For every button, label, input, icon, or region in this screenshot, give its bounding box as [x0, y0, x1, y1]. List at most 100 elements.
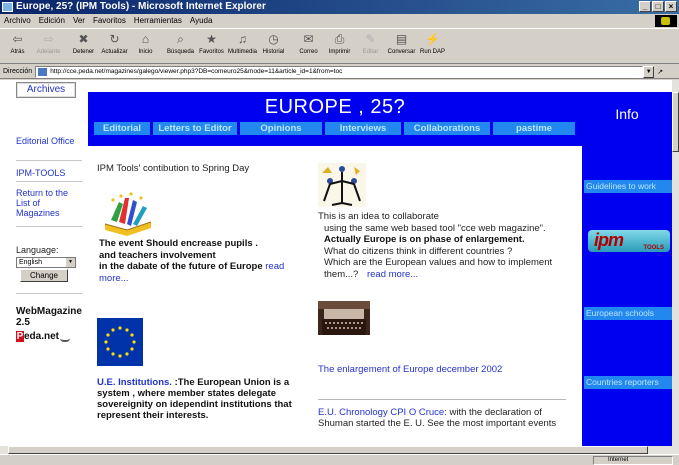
ie-icon [2, 2, 13, 12]
address-input[interactable]: http://cce.peda.net/magazines/galego/vie… [35, 65, 644, 78]
home-icon: ⌂ [141, 32, 150, 46]
eu-chronology-link[interactable]: E.U. Chronology CPI O Cruce: [318, 407, 447, 418]
address-url: http://cce.peda.net/magazines/galego/vie… [50, 67, 343, 75]
peda-logo-text: eda.net [24, 331, 60, 342]
vertical-scrollbar[interactable] [672, 80, 679, 446]
archives-button[interactable]: Archives [16, 82, 76, 98]
collab-line-3: Actually Europe is on phase of enlargeme… [324, 234, 525, 245]
books-image [104, 192, 152, 236]
browser-window: Europe, 25? (IPM Tools) - Microsoft Inte… [0, 0, 679, 465]
left-column: Archives Editorial Office IPM-TOOLS Retu… [0, 80, 88, 446]
toolbar-button-correo[interactable]: ✉ Correo [293, 29, 324, 63]
assembly-hall-image[interactable] [318, 301, 370, 335]
title-bar: Europe, 25? (IPM Tools) - Microsoft Inte… [0, 0, 679, 14]
menu-archivo[interactable]: Archivo [4, 14, 31, 28]
toolbar-button-label: Multimedia [227, 49, 257, 55]
toolbar-button-editar[interactable]: ✎ Editar [355, 29, 386, 63]
collab-line-1: This is an idea to collaborate [318, 211, 439, 222]
toolbar: ⇦ Atrás ⇨ Adelante ✖ Detener ↻ Actualizar ⌂ Inici… [0, 28, 679, 64]
divider [16, 160, 82, 161]
tab-interviews[interactable]: Interviews [325, 122, 401, 135]
vertical-scroll-thumb[interactable] [672, 92, 679, 152]
menu-ver[interactable]: Ver [73, 14, 85, 28]
toolbar-button-atr-s[interactable]: ⇦ Atrás [2, 29, 33, 63]
menu-herramientas[interactable]: Herramientas [134, 14, 182, 28]
tab-pastime[interactable]: pastime [493, 122, 575, 135]
info-column: Info Guidelines to work ipm TOOLS Europe… [582, 92, 672, 446]
tab-letters-to-editor[interactable]: Letters to Editor [153, 122, 237, 135]
discuss-icon: ▤ [395, 32, 408, 46]
ipm-logo-sub: TOOLS [643, 245, 664, 251]
tab-collaborations[interactable]: Collaborations [404, 122, 490, 135]
event-line-3: in the dabate of the future of Europe [99, 261, 263, 272]
media-icon: ♫ [238, 32, 247, 46]
link-countries-reporters[interactable]: Countries reporters [584, 376, 672, 389]
menu-ayuda[interactable]: Ayuda [190, 14, 213, 28]
change-button[interactable]: Change [20, 269, 68, 282]
peda-logo[interactable]: Peda.net [16, 331, 71, 342]
nav-ipm-tools[interactable]: IPM-TOOLS [16, 168, 65, 178]
ipm-tools-logo[interactable]: ipm TOOLS [588, 226, 670, 256]
enlargement-link[interactable]: The enlargement of Europe december 2002 [318, 364, 502, 375]
horizontal-scroll-thumb[interactable] [8, 446, 648, 454]
read-more-link[interactable]: read more... [361, 269, 418, 280]
toolbar-button-actualizar[interactable]: ↻ Actualizar [99, 29, 130, 63]
status-bar: Internet [0, 454, 679, 465]
stop-icon: ✖ [78, 32, 89, 46]
maximize-button[interactable]: □ [652, 1, 664, 12]
ue-institutions-text: U.E. Institutions. :The European Union i… [97, 377, 317, 421]
windows-logo-icon [655, 15, 677, 27]
toolbar-button-multimedia[interactable]: ♫ Multimedia [227, 29, 258, 63]
toolbar-button-label: Conversar [387, 49, 416, 55]
back-arrow-icon: ⇦ [12, 32, 23, 46]
nav-return-to-magazines[interactable]: Return to the List of Magazines [16, 188, 82, 218]
menu-edicion[interactable]: Edición [39, 14, 65, 28]
toolbar-button-label: Editar [362, 49, 379, 55]
divider [16, 226, 82, 227]
go-icon[interactable]: ↗ [657, 68, 663, 76]
toolbar-button-conversar[interactable]: ▤ Conversar [386, 29, 417, 63]
toolbar-button-adelante[interactable]: ⇨ Adelante [33, 29, 64, 63]
minimize-button[interactable]: _ [639, 1, 651, 12]
link-european-schools[interactable]: European schools [584, 307, 672, 320]
toolbar-button-label: Detener [72, 49, 95, 55]
tab-opinions[interactable]: Opinions [240, 122, 322, 135]
toolbar-button-run-dap[interactable]: ⚡ Run DAP [417, 29, 448, 63]
toolbar-button-inicio[interactable]: ⌂ Inicio [130, 29, 161, 63]
tab-editorial[interactable]: Editorial [94, 122, 150, 135]
eu-flag-image[interactable] [97, 318, 143, 366]
web-page: Archives Editorial Office IPM-TOOLS Retu… [0, 80, 672, 446]
address-dropdown-button[interactable]: ▼ [643, 65, 655, 78]
header-banner: EUROPE , 25? Editorial Letters to Editor… [88, 92, 582, 146]
menu-favoritos[interactable]: Favoritos [93, 14, 126, 28]
history-icon: ◷ [268, 32, 279, 46]
collaborate-text: This is an idea to collaborate using the… [318, 211, 573, 280]
toolbar-button-detener[interactable]: ✖ Detener [68, 29, 99, 63]
toolbar-button-label: Atrás [10, 49, 25, 55]
search-icon: ⌕ [177, 31, 184, 46]
edit-icon: ✎ [365, 32, 376, 46]
toolbar-button-historial[interactable]: ◷ Historial [258, 29, 289, 63]
ue-institutions-link[interactable]: U.E. Institutions. [97, 377, 172, 388]
ipm-logo-text: ipm [594, 230, 624, 250]
close-button[interactable]: × [665, 1, 677, 12]
toolbar-button-b-squeda[interactable]: ⌕ Búsqueda [165, 29, 196, 63]
toolbar-button-favoritos[interactable]: ★ Favoritos [196, 29, 227, 63]
toolbar-button-label: Actualizar [101, 49, 128, 55]
favorites-icon: ★ [206, 32, 217, 46]
toolbar-button-imprimir[interactable]: ⎙ Imprimir [324, 29, 355, 63]
nav-editorial-office[interactable]: Editorial Office [16, 136, 76, 146]
security-zone: Internet [593, 456, 673, 465]
run-dap-icon: ⚡ [425, 32, 440, 46]
link-guidelines[interactable]: Guidelines to work [584, 180, 672, 193]
horizontal-scrollbar[interactable] [0, 446, 679, 454]
info-title: Info [615, 106, 639, 122]
address-label: Dirección [3, 68, 33, 75]
toolbar-button-label: Imprimir [328, 49, 351, 55]
language-select[interactable]: English ▼ [16, 257, 76, 268]
address-bar: Dirección http://cce.peda.net/magazines/… [0, 65, 679, 79]
collab-line-4: What do citizens think in different coun… [324, 245, 513, 257]
refresh-icon: ↻ [109, 32, 120, 46]
divider [16, 293, 82, 294]
section-tabs: Editorial Letters to Editor Opinions Int… [94, 122, 576, 135]
